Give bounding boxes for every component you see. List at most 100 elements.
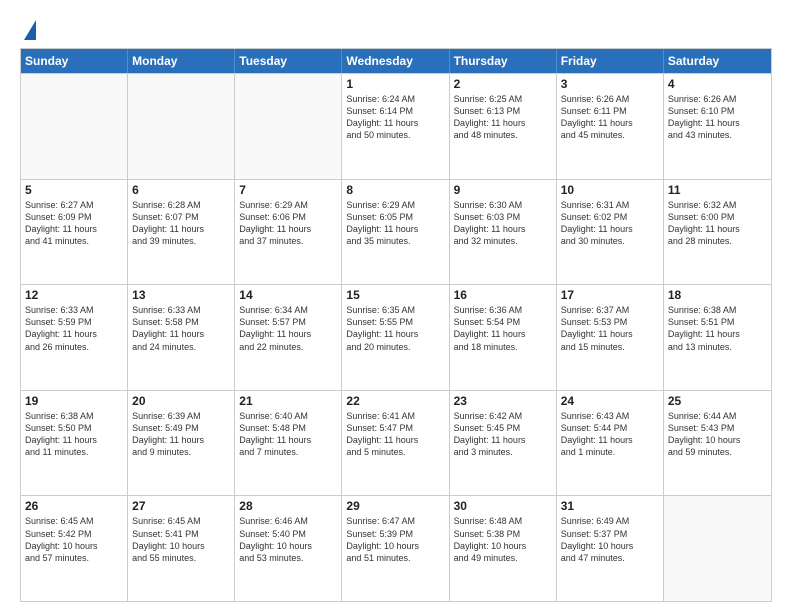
calendar-cell: 9Sunrise: 6:30 AMSunset: 6:03 PMDaylight… [450, 180, 557, 285]
day-number: 23 [454, 394, 552, 408]
calendar-cell: 30 Sunrise: 6:48 AMSunset: 5:38 PMDayligh… [450, 496, 557, 601]
cell-detail: Sunrise: 6:48 AMSunset: 5:38 PMDaylight:… [454, 515, 552, 564]
cell-detail: Sunrise: 6:37 AMSunset: 5:53 PMDaylight:… [561, 304, 659, 353]
calendar-cell: 31 Sunrise: 6:49 AMSunset: 5:37 PMDayligh… [557, 496, 664, 601]
day-number: 29 [346, 499, 444, 513]
calendar-row-3: 12 Sunrise: 6:33 AMSunset: 5:59 PMDayligh… [21, 284, 771, 390]
cell-detail: Sunrise: 6:45 AMSunset: 5:42 PMDaylight:… [25, 515, 123, 564]
day-number: 20 [132, 394, 230, 408]
day-number: 27 [132, 499, 230, 513]
day-number: 10 [561, 183, 659, 197]
cell-detail: Sunrise: 6:36 AMSunset: 5:54 PMDaylight:… [454, 304, 552, 353]
calendar-cell: 25 Sunrise: 6:44 AMSunset: 5:43 PMDayligh… [664, 391, 771, 496]
calendar-cell: 14 Sunrise: 6:34 AMSunset: 5:57 PMDayligh… [235, 285, 342, 390]
day-number: 2 [454, 77, 552, 91]
cell-detail: Sunrise: 6:38 AMSunset: 5:51 PMDaylight:… [668, 304, 767, 353]
day-number: 11 [668, 183, 767, 197]
cell-detail: Sunrise: 6:38 AMSunset: 5:50 PMDaylight:… [25, 410, 123, 459]
day-number: 31 [561, 499, 659, 513]
day-number: 21 [239, 394, 337, 408]
cell-detail: Sunrise: 6:35 AMSunset: 5:55 PMDaylight:… [346, 304, 444, 353]
cell-detail: Sunrise: 6:43 AMSunset: 5:44 PMDaylight:… [561, 410, 659, 459]
cell-detail: Sunrise: 6:31 AMSunset: 6:02 PMDaylight:… [561, 199, 659, 248]
day-number: 30 [454, 499, 552, 513]
calendar-cell: 29Sunrise: 6:47 AMSunset: 5:39 PMDayligh… [342, 496, 449, 601]
day-number: 9 [454, 183, 552, 197]
day-number: 5 [25, 183, 123, 197]
calendar-cell: 12 Sunrise: 6:33 AMSunset: 5:59 PMDayligh… [21, 285, 128, 390]
calendar-cell: 28 Sunrise: 6:46 AMSunset: 5:40 PMDayligh… [235, 496, 342, 601]
calendar-cell: 27 Sunrise: 6:45 AMSunset: 5:41 PMDayligh… [128, 496, 235, 601]
day-number: 16 [454, 288, 552, 302]
calendar-row-1: 1 Sunrise: 6:24 AMSunset: 6:14 PMDaylight… [21, 73, 771, 179]
logo-triangle-icon [24, 20, 36, 40]
cell-detail: Sunrise: 6:29 AMSunset: 6:06 PMDaylight:… [239, 199, 337, 248]
day-number: 18 [668, 288, 767, 302]
calendar-row-4: 19 Sunrise: 6:38 AMSunset: 5:50 PMDayligh… [21, 390, 771, 496]
day-number: 4 [668, 77, 767, 91]
calendar-header-friday: Friday [557, 49, 664, 73]
logo [20, 18, 36, 40]
calendar-header-saturday: Saturday [664, 49, 771, 73]
calendar-row-5: 26Sunrise: 6:45 AMSunset: 5:42 PMDayligh… [21, 495, 771, 601]
calendar-cell: 21Sunrise: 6:40 AMSunset: 5:48 PMDayligh… [235, 391, 342, 496]
day-number: 14 [239, 288, 337, 302]
calendar-cell: 23 Sunrise: 6:42 AMSunset: 5:45 PMDayligh… [450, 391, 557, 496]
calendar-cell: 24 Sunrise: 6:43 AMSunset: 5:44 PMDayligh… [557, 391, 664, 496]
calendar-cell: 3 Sunrise: 6:26 AMSunset: 6:11 PMDaylight… [557, 74, 664, 179]
calendar-cell: 1 Sunrise: 6:24 AMSunset: 6:14 PMDaylight… [342, 74, 449, 179]
day-number: 3 [561, 77, 659, 91]
day-number: 19 [25, 394, 123, 408]
calendar-row-2: 5 Sunrise: 6:27 AMSunset: 6:09 PMDaylight… [21, 179, 771, 285]
calendar-cell: 22 Sunrise: 6:41 AMSunset: 5:47 PMDayligh… [342, 391, 449, 496]
cell-detail: Sunrise: 6:25 AMSunset: 6:13 PMDaylight:… [454, 93, 552, 142]
cell-detail: Sunrise: 6:46 AMSunset: 5:40 PMDaylight:… [239, 515, 337, 564]
calendar-header-sunday: Sunday [21, 49, 128, 73]
cell-detail: Sunrise: 6:27 AMSunset: 6:09 PMDaylight:… [25, 199, 123, 248]
day-number: 7 [239, 183, 337, 197]
day-number: 13 [132, 288, 230, 302]
calendar-header-wednesday: Wednesday [342, 49, 449, 73]
day-number: 6 [132, 183, 230, 197]
calendar: SundayMondayTuesdayWednesdayThursdayFrid… [20, 48, 772, 602]
calendar-cell [128, 74, 235, 179]
calendar-cell: 15 Sunrise: 6:35 AMSunset: 5:55 PMDayligh… [342, 285, 449, 390]
calendar-header-monday: Monday [128, 49, 235, 73]
day-number: 1 [346, 77, 444, 91]
calendar-cell [664, 496, 771, 601]
calendar-cell: 17Sunrise: 6:37 AMSunset: 5:53 PMDayligh… [557, 285, 664, 390]
cell-detail: Sunrise: 6:24 AMSunset: 6:14 PMDaylight:… [346, 93, 444, 142]
calendar-header-thursday: Thursday [450, 49, 557, 73]
day-number: 22 [346, 394, 444, 408]
day-number: 24 [561, 394, 659, 408]
cell-detail: Sunrise: 6:45 AMSunset: 5:41 PMDaylight:… [132, 515, 230, 564]
day-number: 25 [668, 394, 767, 408]
calendar-cell: 2 Sunrise: 6:25 AMSunset: 6:13 PMDaylight… [450, 74, 557, 179]
calendar-cell: 7 Sunrise: 6:29 AMSunset: 6:06 PMDaylight… [235, 180, 342, 285]
header [20, 18, 772, 40]
calendar-cell: 26Sunrise: 6:45 AMSunset: 5:42 PMDayligh… [21, 496, 128, 601]
day-number: 8 [346, 183, 444, 197]
calendar-cell: 16 Sunrise: 6:36 AMSunset: 5:54 PMDayligh… [450, 285, 557, 390]
page: SundayMondayTuesdayWednesdayThursdayFrid… [0, 0, 792, 612]
day-number: 28 [239, 499, 337, 513]
cell-detail: Sunrise: 6:41 AMSunset: 5:47 PMDaylight:… [346, 410, 444, 459]
cell-detail: Sunrise: 6:26 AMSunset: 6:10 PMDaylight:… [668, 93, 767, 142]
calendar-cell: 6Sunrise: 6:28 AMSunset: 6:07 PMDaylight… [128, 180, 235, 285]
calendar-body: 1 Sunrise: 6:24 AMSunset: 6:14 PMDaylight… [21, 73, 771, 601]
cell-detail: Sunrise: 6:49 AMSunset: 5:37 PMDaylight:… [561, 515, 659, 564]
calendar-cell: 20 Sunrise: 6:39 AMSunset: 5:49 PMDayligh… [128, 391, 235, 496]
cell-detail: Sunrise: 6:32 AMSunset: 6:00 PMDaylight:… [668, 199, 767, 248]
cell-detail: Sunrise: 6:44 AMSunset: 5:43 PMDaylight:… [668, 410, 767, 459]
cell-detail: Sunrise: 6:34 AMSunset: 5:57 PMDaylight:… [239, 304, 337, 353]
calendar-header-tuesday: Tuesday [235, 49, 342, 73]
cell-detail: Sunrise: 6:33 AMSunset: 5:59 PMDaylight:… [25, 304, 123, 353]
calendar-cell: 18 Sunrise: 6:38 AMSunset: 5:51 PMDayligh… [664, 285, 771, 390]
day-number: 15 [346, 288, 444, 302]
cell-detail: Sunrise: 6:26 AMSunset: 6:11 PMDaylight:… [561, 93, 659, 142]
cell-detail: Sunrise: 6:42 AMSunset: 5:45 PMDaylight:… [454, 410, 552, 459]
calendar-cell: 5 Sunrise: 6:27 AMSunset: 6:09 PMDaylight… [21, 180, 128, 285]
cell-detail: Sunrise: 6:33 AMSunset: 5:58 PMDaylight:… [132, 304, 230, 353]
day-number: 12 [25, 288, 123, 302]
cell-detail: Sunrise: 6:39 AMSunset: 5:49 PMDaylight:… [132, 410, 230, 459]
